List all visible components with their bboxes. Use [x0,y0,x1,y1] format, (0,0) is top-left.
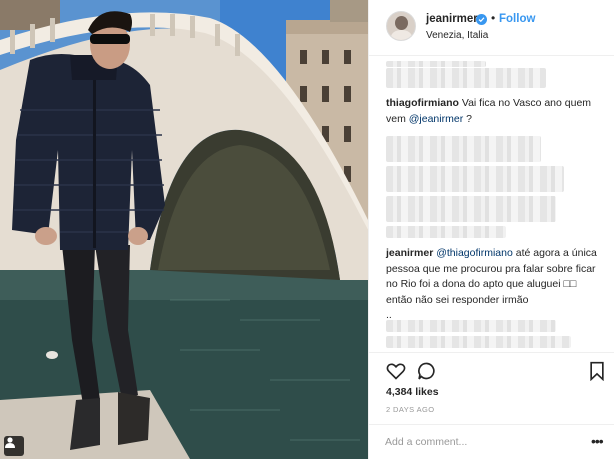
comments-list[interactable]: thiagofirmiano Vai fica no Vasco ano que… [369,56,614,352]
post-header: jeanirmer • Follow Venezia, Italia [369,0,614,56]
add-comment-section: ••• [369,424,614,459]
post-timestamp[interactable]: 2 DAYS AGO [386,405,434,414]
post-photo[interactable] [0,0,368,459]
post-username[interactable]: jeanirmer [426,13,478,25]
blurred-comment [386,196,556,222]
blurred-comment [386,136,541,162]
blurred-comment [386,320,556,332]
separator-dot: • [491,11,496,25]
comment-icon[interactable] [417,361,437,381]
post-side-panel: jeanirmer • Follow Venezia, Italia thiag… [368,0,614,459]
comment-mention[interactable]: @thiagofirmiano [436,247,513,259]
blurred-comment [386,68,546,88]
blurred-comment [386,226,506,238]
comment-mention[interactable]: @jeanirmer [409,113,463,125]
bookmark-icon[interactable] [588,361,608,382]
comment-item: thiagofirmiano Vai fica no Vasco ano que… [386,96,600,127]
verified-badge-icon [476,14,487,25]
likes-count[interactable]: 4,384 likes [386,386,439,398]
blurred-comment [386,61,486,67]
post-actions: 4,384 likes 2 DAYS AGO [369,352,614,424]
user-tag-icon[interactable] [4,436,24,456]
heart-icon[interactable] [386,361,406,381]
blurred-comment [386,336,571,348]
follow-button[interactable]: Follow [499,13,535,25]
add-comment-input[interactable] [385,433,575,451]
avatar[interactable] [386,11,416,41]
venice-scene [0,0,368,459]
more-options-icon[interactable]: ••• [591,433,604,449]
comment-suffix: ? [463,112,472,125]
post-location[interactable]: Venezia, Italia [426,30,488,41]
comment-username[interactable]: thiagofirmiano [386,97,459,109]
comment-username[interactable]: jeanirmer [386,247,433,259]
blurred-comment [386,166,564,192]
instagram-post: jeanirmer • Follow Venezia, Italia thiag… [0,0,614,459]
comment-item: jeanirmer @thiagofirmiano até agora a ún… [386,246,600,324]
